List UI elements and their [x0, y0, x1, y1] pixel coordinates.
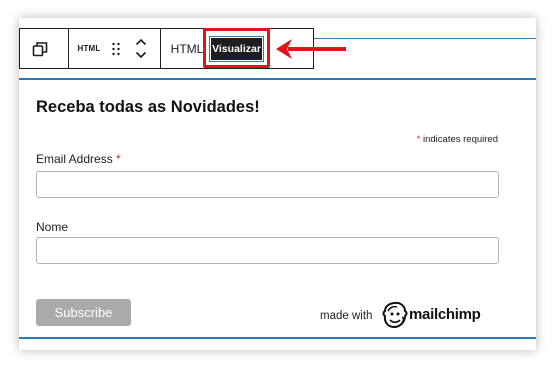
block-divider-bottom	[19, 337, 536, 339]
block-switcher-button[interactable]	[20, 29, 60, 68]
chevron-up-icon	[135, 38, 146, 46]
html-block-button[interactable]: HTML	[74, 29, 104, 68]
toolbar-separator	[68, 29, 69, 68]
toolbar-separator	[160, 29, 161, 68]
form-title: Receba todas as Novidades!	[36, 98, 260, 116]
chevron-down-icon	[135, 51, 146, 59]
duplicate-icon	[32, 41, 48, 56]
name-field[interactable]	[36, 237, 499, 264]
name-label: Nome	[36, 220, 69, 234]
drag-handle-icon	[112, 42, 120, 55]
made-with-text: made with	[320, 310, 373, 322]
required-note-text: indicates required	[423, 134, 498, 145]
email-label-text: Email Address	[36, 152, 113, 166]
arrow-left-icon	[276, 39, 346, 59]
mailchimp-brand[interactable]: mailchimp	[409, 306, 481, 323]
mailchimp-logo-icon[interactable]	[382, 301, 408, 329]
required-note: * indicates required	[417, 134, 498, 145]
subscribe-button[interactable]: Subscribe	[36, 299, 131, 326]
email-field[interactable]	[36, 171, 499, 198]
move-down-button[interactable]	[131, 49, 151, 61]
block-divider-top	[19, 78, 536, 80]
tab-html[interactable]: HTML	[169, 29, 205, 68]
required-star: *	[416, 134, 421, 145]
email-label: Email Address *	[36, 152, 121, 166]
required-star: *	[116, 152, 121, 166]
html-icon: HTML	[77, 44, 101, 53]
move-up-button[interactable]	[131, 36, 151, 48]
drag-handle[interactable]	[107, 29, 125, 68]
tab-preview[interactable]: Visualizar	[209, 36, 264, 62]
